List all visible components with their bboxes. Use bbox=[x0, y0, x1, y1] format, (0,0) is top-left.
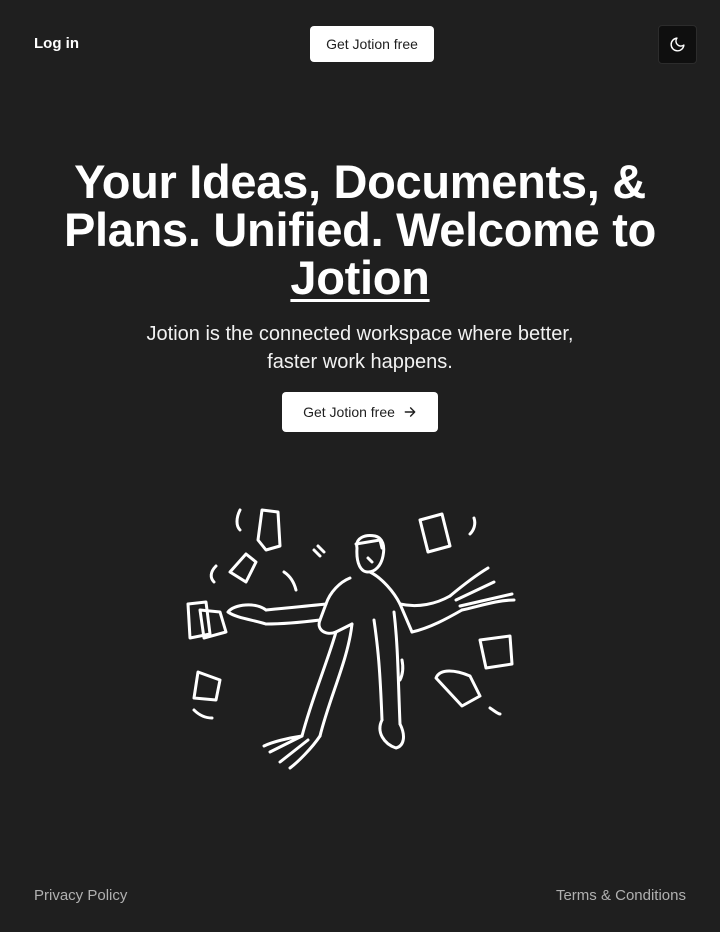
arrow-right-icon bbox=[404, 407, 416, 417]
get-jotion-free-label: Get Jotion free bbox=[326, 36, 418, 52]
moon-icon bbox=[670, 37, 685, 52]
hero-cta-label: Get Jotion free bbox=[303, 404, 395, 420]
header: Log in Get Jotion free bbox=[0, 0, 720, 88]
hero-subtitle: Jotion is the connected workspace where … bbox=[146, 323, 574, 373]
login-link[interactable]: Log in bbox=[34, 35, 79, 52]
theme-toggle-button[interactable] bbox=[658, 25, 697, 64]
terms-conditions-link[interactable]: Terms & Conditions bbox=[556, 887, 686, 904]
juggling-man-illustration bbox=[186, 508, 516, 770]
landing-page: Log in Get Jotion free Your Ideas, Docum… bbox=[0, 0, 720, 932]
hero-title: Your Ideas, Documents, & Plans. Unified.… bbox=[20, 158, 700, 302]
hero-get-jotion-free-button[interactable]: Get Jotion free bbox=[282, 392, 438, 432]
hero-title-text: Your Ideas, Documents, & Plans. Unified.… bbox=[63, 155, 656, 256]
hero-title-brand: Jotion bbox=[290, 251, 430, 304]
get-jotion-free-button[interactable]: Get Jotion free bbox=[310, 26, 434, 62]
privacy-policy-link[interactable]: Privacy Policy bbox=[34, 887, 127, 904]
